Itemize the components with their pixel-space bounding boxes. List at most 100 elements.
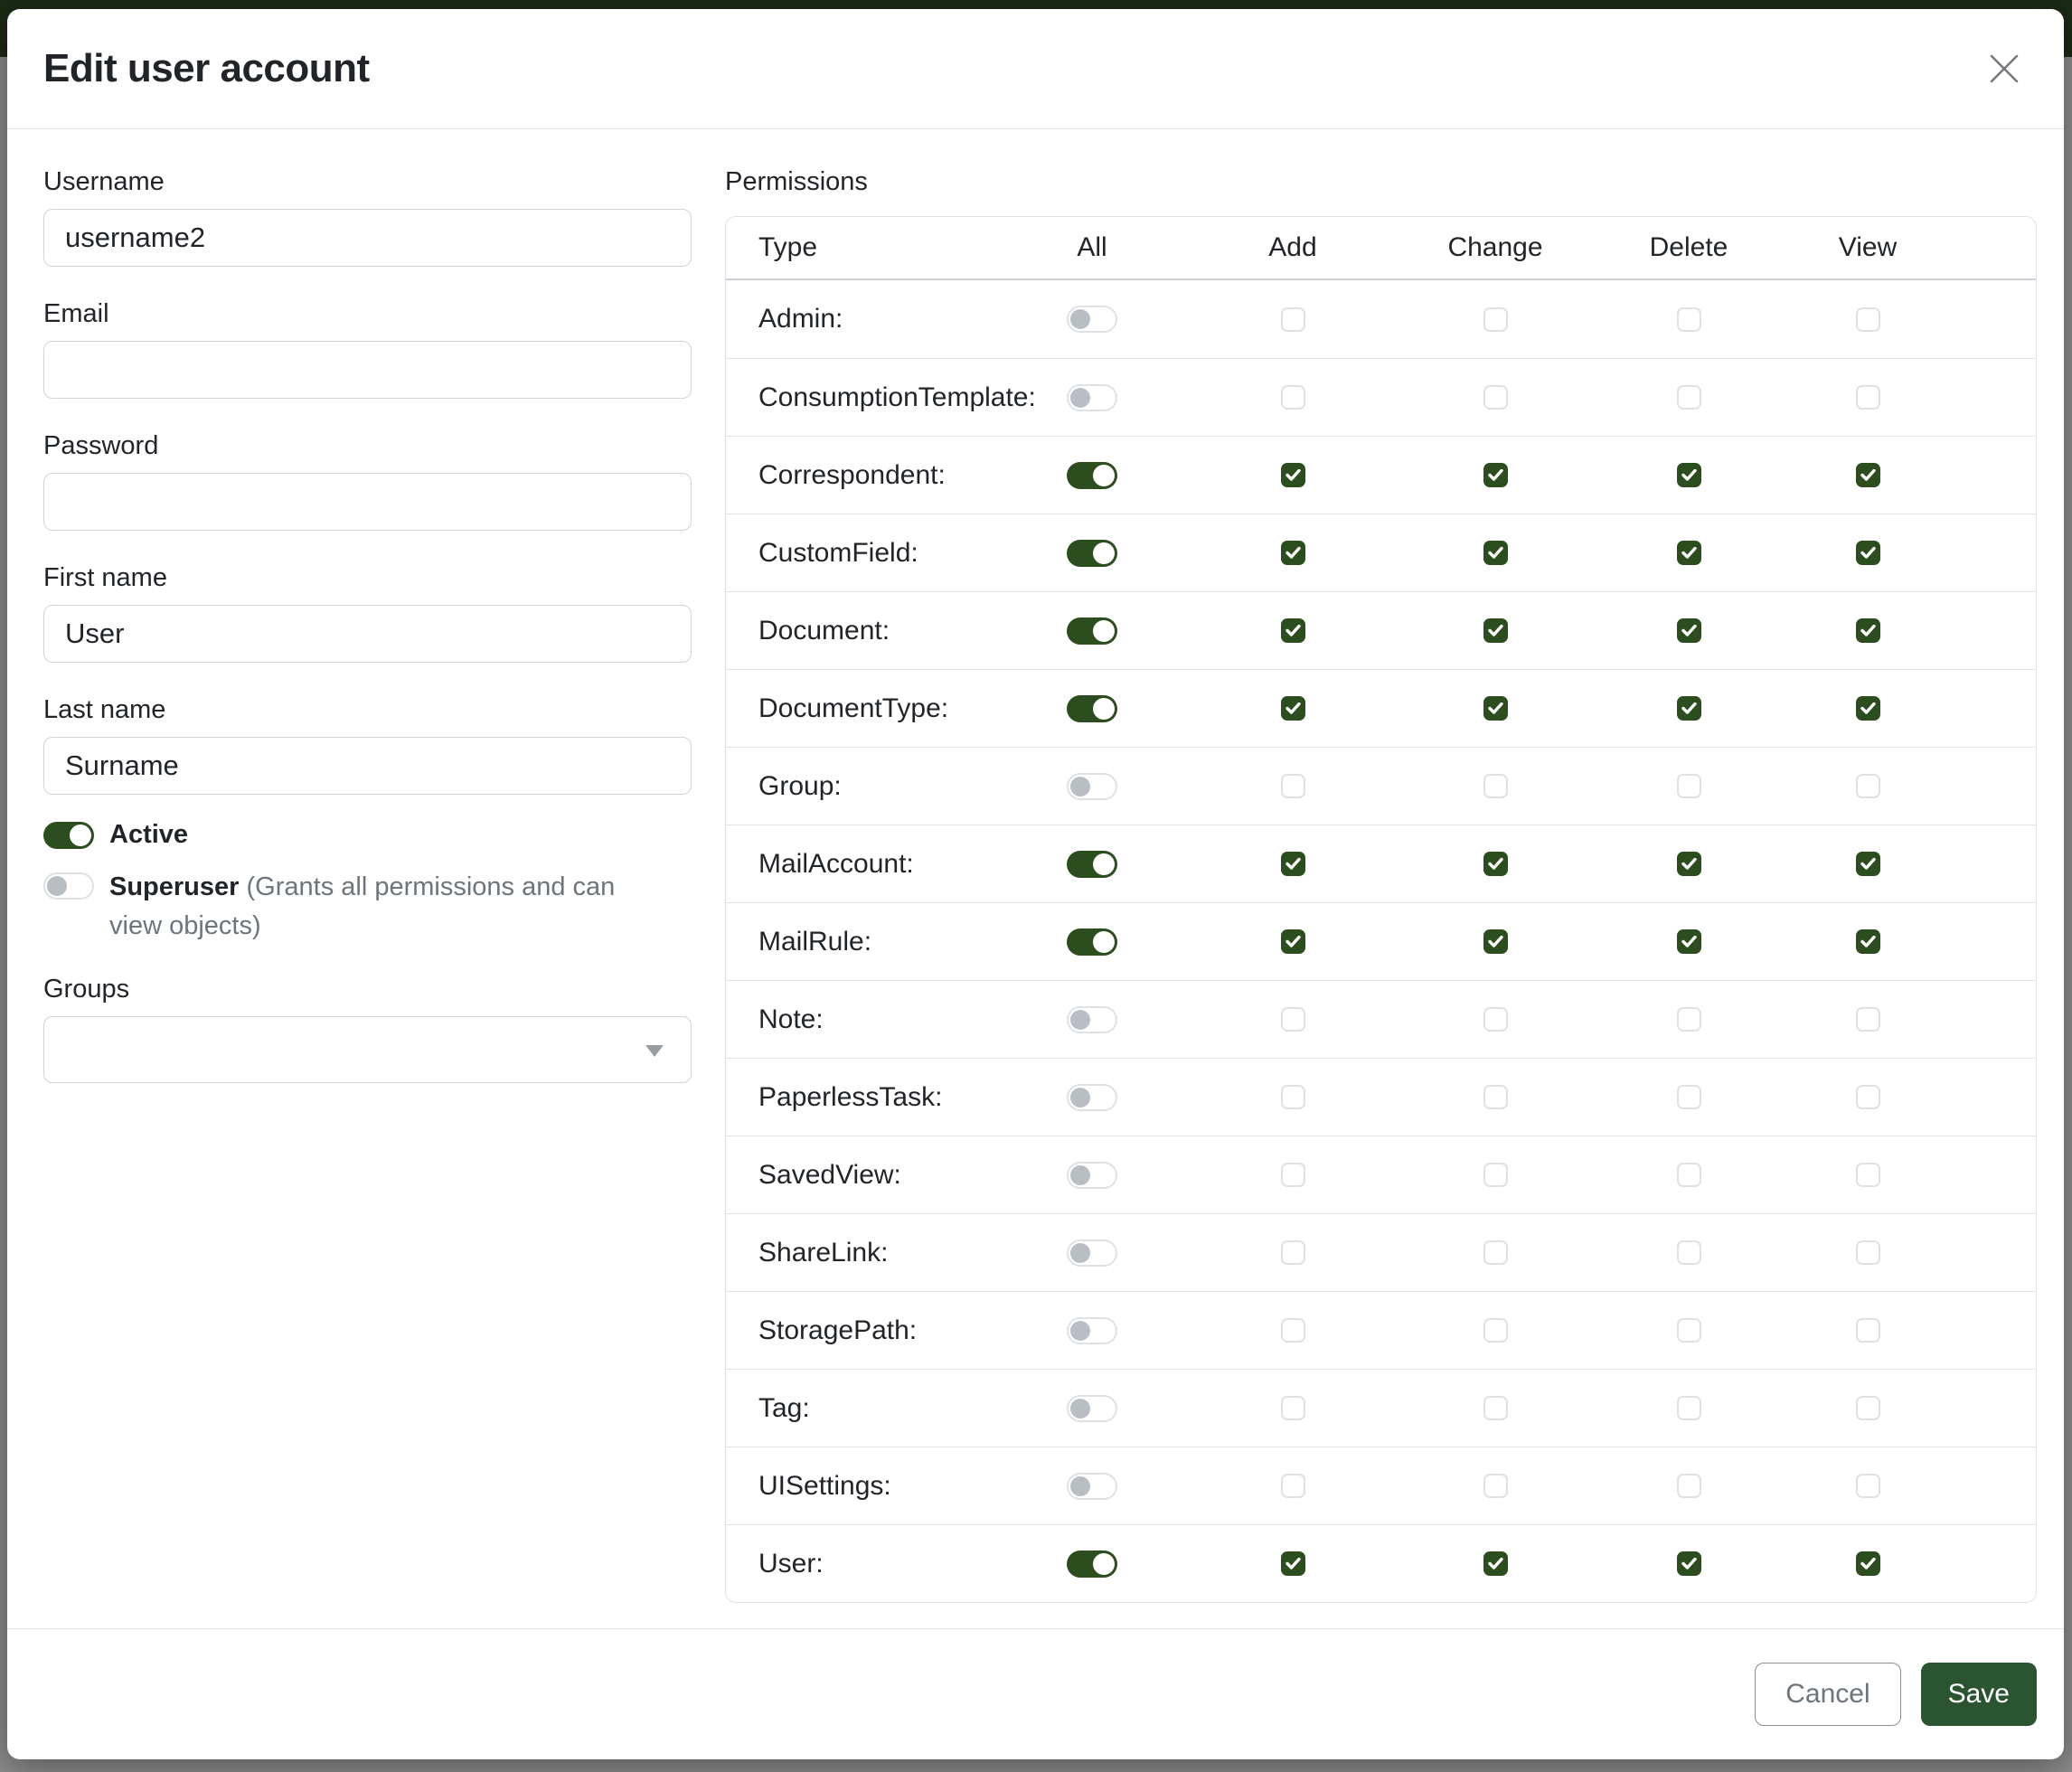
permission-add-checkbox[interactable]: [1281, 1551, 1305, 1576]
permission-view-checkbox[interactable]: [1856, 541, 1880, 565]
permission-all-toggle[interactable]: [1067, 773, 1117, 800]
permission-all-toggle[interactable]: [1067, 1006, 1117, 1033]
permission-change-checkbox[interactable]: [1483, 1007, 1508, 1032]
permission-change-checkbox[interactable]: [1483, 696, 1508, 721]
first-name-field[interactable]: [43, 605, 692, 663]
permission-change-checkbox[interactable]: [1483, 1318, 1508, 1343]
permission-view-checkbox[interactable]: [1856, 1240, 1880, 1265]
permission-view-checkbox[interactable]: [1856, 307, 1880, 332]
permission-delete-checkbox[interactable]: [1677, 1318, 1701, 1343]
permission-change-checkbox[interactable]: [1483, 1551, 1508, 1576]
email-field[interactable]: [43, 341, 692, 399]
permission-view-checkbox[interactable]: [1856, 1163, 1880, 1187]
permission-change-checkbox[interactable]: [1483, 541, 1508, 565]
permission-view-checkbox[interactable]: [1856, 774, 1880, 798]
permission-delete-checkbox[interactable]: [1677, 1474, 1701, 1498]
permission-view-checkbox[interactable]: [1856, 696, 1880, 721]
permission-add-checkbox[interactable]: [1281, 774, 1305, 798]
permission-view-checkbox[interactable]: [1856, 1318, 1880, 1343]
cancel-button[interactable]: Cancel: [1755, 1663, 1900, 1726]
permission-delete-checkbox[interactable]: [1677, 1085, 1701, 1109]
permission-add-checkbox[interactable]: [1281, 1474, 1305, 1498]
groups-select[interactable]: [43, 1016, 692, 1083]
permission-delete-checkbox[interactable]: [1677, 385, 1701, 410]
permission-all-toggle[interactable]: [1067, 384, 1117, 411]
permission-all-toggle[interactable]: [1067, 462, 1117, 489]
permission-delete-checkbox[interactable]: [1677, 1551, 1701, 1576]
permission-add-checkbox[interactable]: [1281, 1240, 1305, 1265]
permission-view-checkbox[interactable]: [1856, 1551, 1880, 1576]
permission-all-toggle[interactable]: [1067, 695, 1117, 722]
permission-delete-checkbox[interactable]: [1677, 929, 1701, 954]
permission-add-checkbox[interactable]: [1281, 1007, 1305, 1032]
permission-delete-checkbox[interactable]: [1677, 1240, 1701, 1265]
permission-delete-checkbox[interactable]: [1677, 618, 1701, 643]
permission-all-toggle[interactable]: [1067, 1317, 1117, 1344]
permission-view-checkbox[interactable]: [1856, 385, 1880, 410]
permission-delete-checkbox[interactable]: [1677, 852, 1701, 876]
save-button[interactable]: Save: [1921, 1663, 2037, 1726]
permission-add-checkbox[interactable]: [1281, 385, 1305, 410]
active-toggle[interactable]: [43, 822, 94, 849]
superuser-toggle[interactable]: [43, 872, 94, 900]
permission-change-checkbox[interactable]: [1483, 385, 1508, 410]
permission-change-checkbox[interactable]: [1483, 618, 1508, 643]
permission-add-checkbox[interactable]: [1281, 1085, 1305, 1109]
permission-delete-checkbox[interactable]: [1677, 1396, 1701, 1420]
permission-delete-checkbox[interactable]: [1677, 307, 1701, 332]
permission-delete-checkbox[interactable]: [1677, 1163, 1701, 1187]
permission-view-checkbox[interactable]: [1856, 1396, 1880, 1420]
permission-delete-checkbox[interactable]: [1677, 541, 1701, 565]
permission-add-checkbox[interactable]: [1281, 618, 1305, 643]
permission-add-checkbox[interactable]: [1281, 1163, 1305, 1187]
permission-all-toggle[interactable]: [1067, 1084, 1117, 1111]
permission-view-checkbox[interactable]: [1856, 852, 1880, 876]
permission-view-checkbox[interactable]: [1856, 1474, 1880, 1498]
permission-change-checkbox[interactable]: [1483, 852, 1508, 876]
permission-change-checkbox[interactable]: [1483, 463, 1508, 487]
permission-add-checkbox[interactable]: [1281, 307, 1305, 332]
permission-all-toggle[interactable]: [1067, 1239, 1117, 1267]
permission-delete-checkbox[interactable]: [1677, 696, 1701, 721]
permission-add-checkbox[interactable]: [1281, 852, 1305, 876]
table-cell: [1394, 1551, 1596, 1576]
permission-all-toggle[interactable]: [1067, 1550, 1117, 1578]
permission-all-toggle[interactable]: [1067, 306, 1117, 333]
permission-view-checkbox[interactable]: [1856, 929, 1880, 954]
close-button[interactable]: [1979, 43, 2030, 94]
permission-change-checkbox[interactable]: [1483, 1240, 1508, 1265]
permission-add-checkbox[interactable]: [1281, 463, 1305, 487]
permission-delete-checkbox[interactable]: [1677, 1007, 1701, 1032]
permission-change-checkbox[interactable]: [1483, 1474, 1508, 1498]
username-input[interactable]: [43, 209, 692, 267]
permission-add-checkbox[interactable]: [1281, 1318, 1305, 1343]
permission-all-toggle[interactable]: [1067, 1395, 1117, 1422]
permission-all-toggle[interactable]: [1067, 851, 1117, 878]
permission-change-checkbox[interactable]: [1483, 307, 1508, 332]
permission-add-checkbox[interactable]: [1281, 929, 1305, 954]
permission-change-checkbox[interactable]: [1483, 1163, 1508, 1187]
permission-view-checkbox[interactable]: [1856, 463, 1880, 487]
permission-change-checkbox[interactable]: [1483, 1085, 1508, 1109]
permission-all-toggle[interactable]: [1067, 540, 1117, 567]
last-name-field[interactable]: [43, 737, 692, 795]
permission-all-toggle[interactable]: [1067, 1473, 1117, 1500]
permission-change-checkbox[interactable]: [1483, 1396, 1508, 1420]
permission-delete-checkbox[interactable]: [1677, 774, 1701, 798]
password-field[interactable]: [43, 473, 692, 531]
table-row: SavedView:: [726, 1136, 2036, 1213]
table-cell: [1596, 1396, 1781, 1420]
permission-all-toggle[interactable]: [1067, 928, 1117, 956]
permission-change-checkbox[interactable]: [1483, 929, 1508, 954]
permission-view-checkbox[interactable]: [1856, 618, 1880, 643]
toggle-knob: [1070, 1165, 1090, 1185]
permission-all-toggle[interactable]: [1067, 617, 1117, 645]
permission-add-checkbox[interactable]: [1281, 541, 1305, 565]
permission-all-toggle[interactable]: [1067, 1162, 1117, 1189]
permission-view-checkbox[interactable]: [1856, 1007, 1880, 1032]
permission-delete-checkbox[interactable]: [1677, 463, 1701, 487]
permission-change-checkbox[interactable]: [1483, 774, 1508, 798]
permission-add-checkbox[interactable]: [1281, 1396, 1305, 1420]
permission-view-checkbox[interactable]: [1856, 1085, 1880, 1109]
permission-add-checkbox[interactable]: [1281, 696, 1305, 721]
